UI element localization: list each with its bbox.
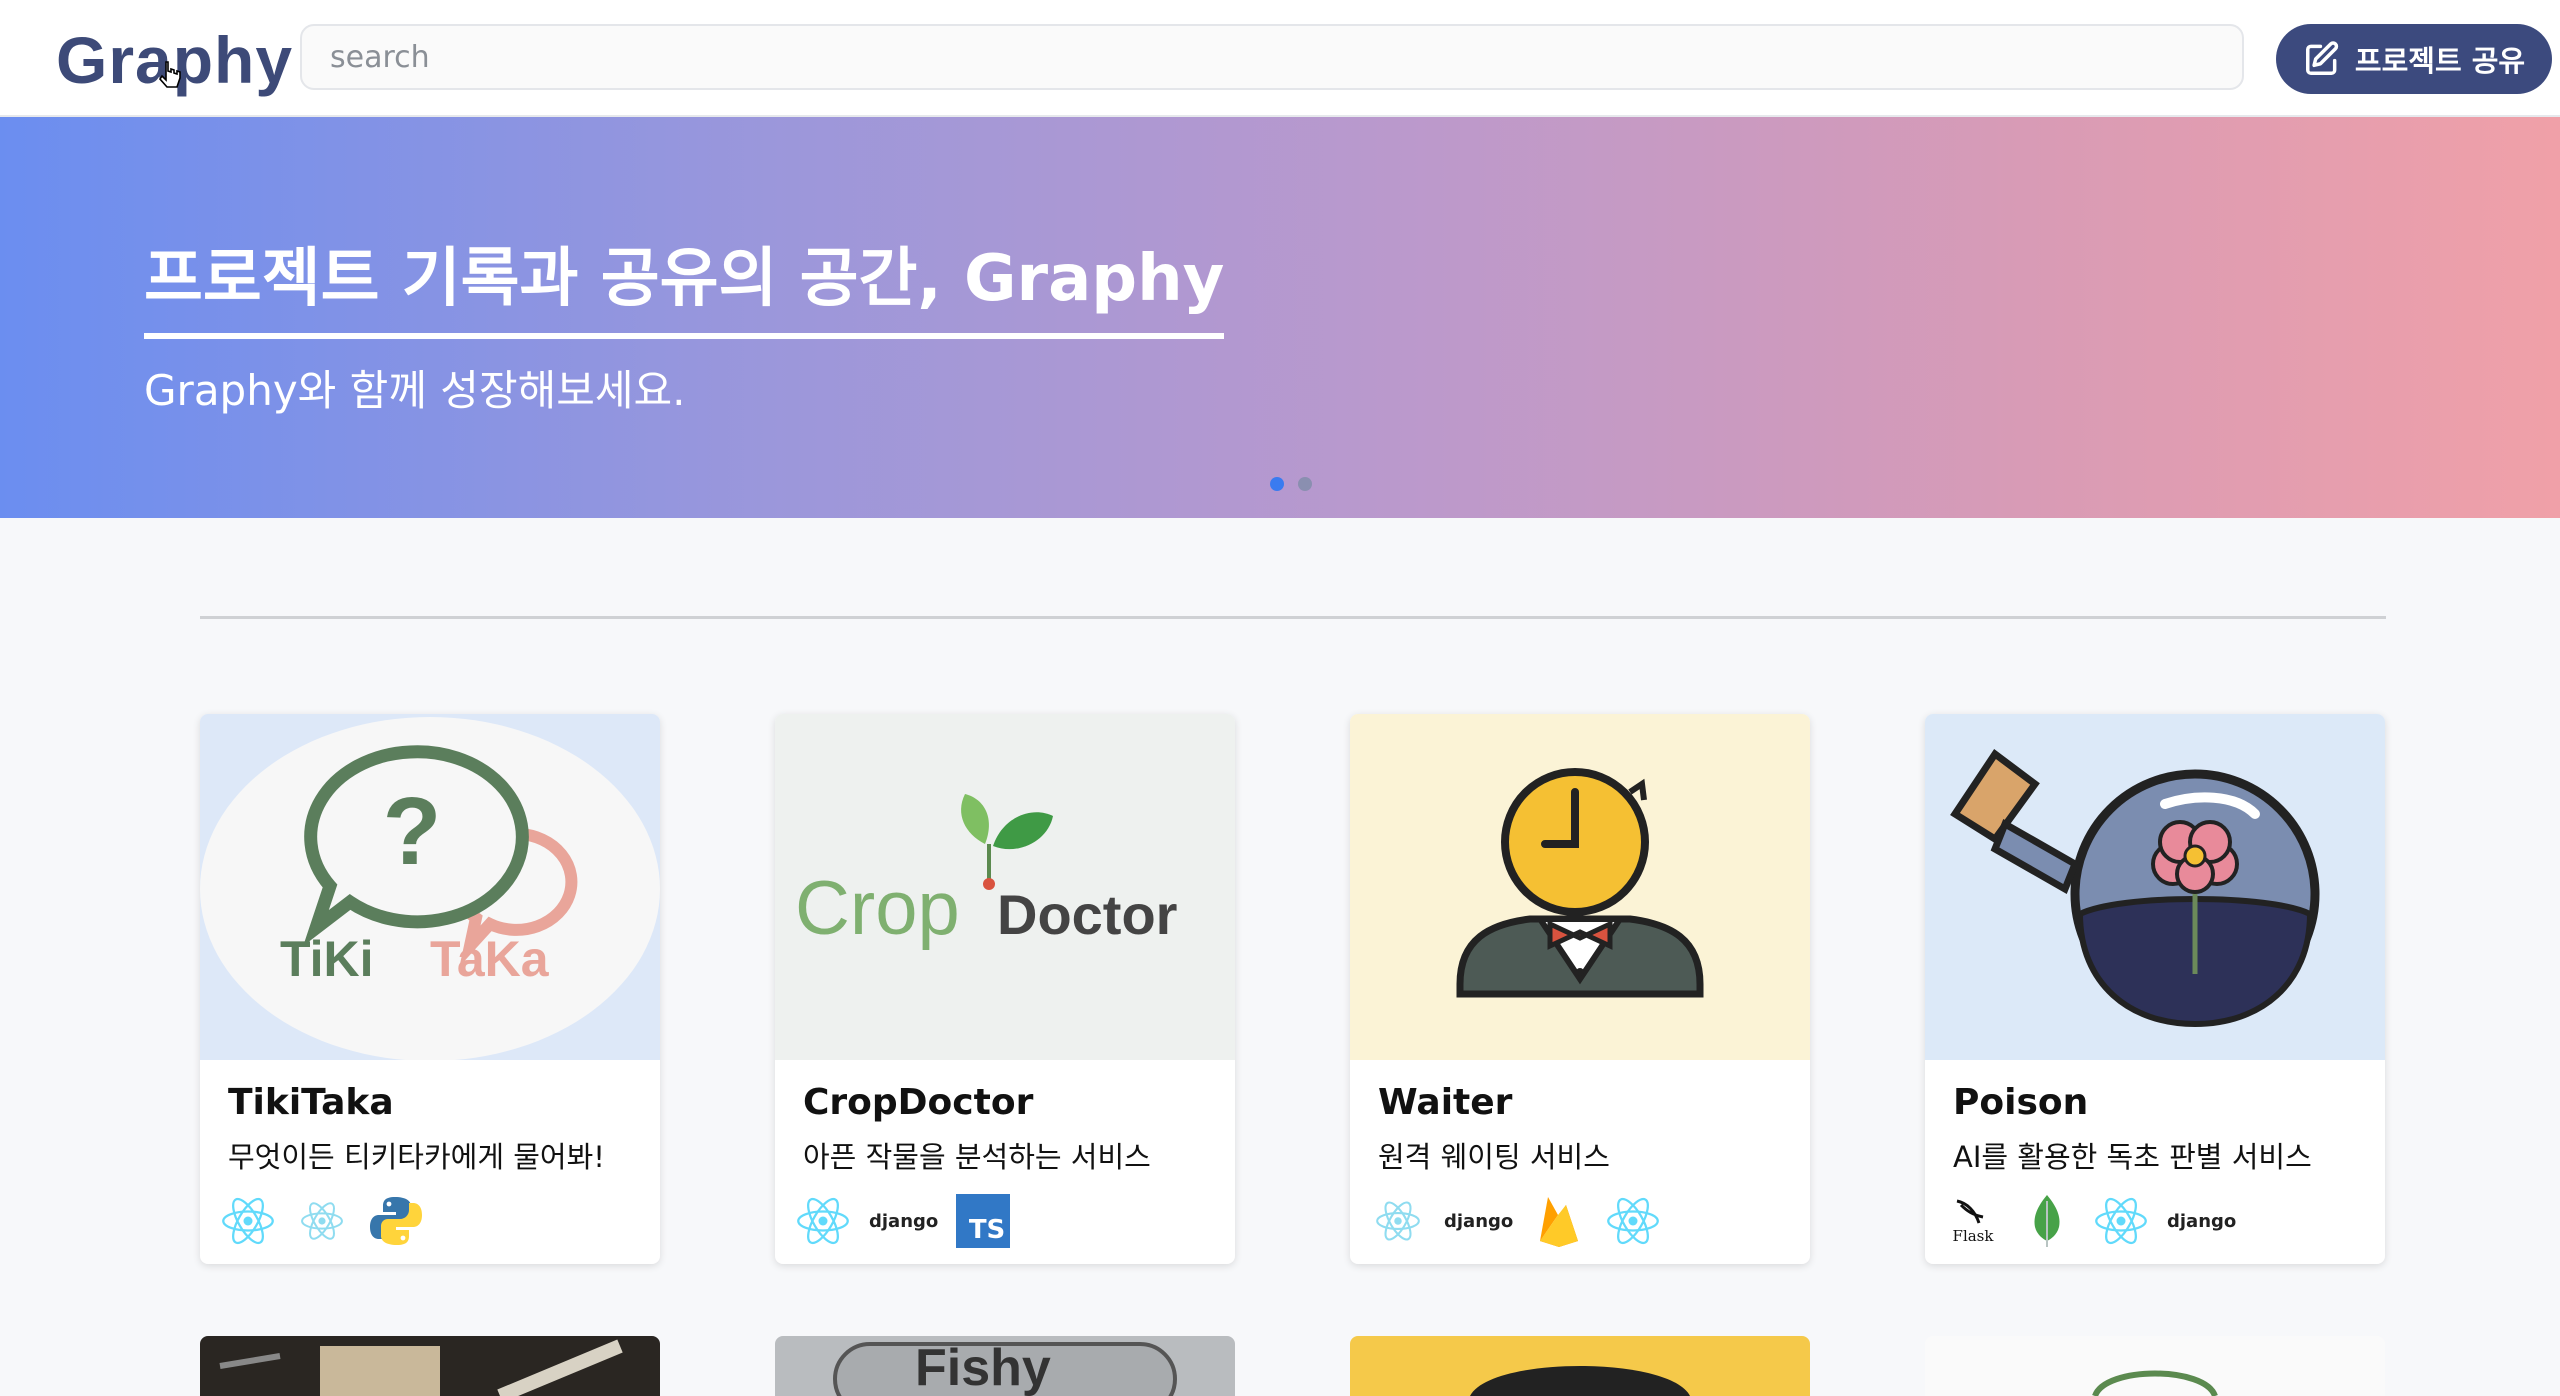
poison-logo [1925,714,2385,1060]
firebase-icon [1531,1193,1587,1249]
project-description: AI를 활용한 독초 판별 서비스 [1953,1140,2312,1174]
python-icon [368,1193,424,1249]
edit-icon [2305,41,2339,75]
react-icon [1605,1193,1661,1249]
svg-text:Crop: Crop [795,866,960,951]
project-card-peek-3[interactable] [1350,1336,1810,1396]
svg-text:?: ? [383,778,442,885]
svg-text:TaKa: TaKa [430,931,550,987]
project-description: 원격 웨이팅 서비스 [1378,1140,1610,1174]
section-divider [200,616,2386,619]
banner-subtitle: Graphy와 함께 성장해보세요. [144,366,686,415]
project-card-peek-2[interactable]: Fishy [775,1336,1235,1396]
project-title: TikiTaka [228,1082,394,1123]
carousel-dot-1[interactable] [1270,477,1284,491]
react-icon [2093,1193,2149,1249]
django-label: django [2167,1210,2237,1232]
tech-stack: django [1370,1190,1661,1252]
typescript-icon: TS [956,1194,1011,1248]
django-label: django [1444,1210,1514,1232]
project-card-waiter[interactable]: Waiter 원격 웨이팅 서비스 django [1350,714,1810,1264]
project-thumbnail [1350,714,1810,1060]
peek-card-text: Fishy [915,1339,1051,1396]
project-title: Poison [1953,1082,2089,1123]
django-label: django [869,1210,939,1232]
project-description: 무엇이든 티키타카에게 물어봐! [228,1140,605,1174]
project-card-peek-1[interactable] [200,1336,660,1396]
react-native-icon [1370,1193,1426,1249]
mouse-pointer-icon [158,61,181,88]
waiter-logo [1350,714,1810,1060]
carousel-dot-2[interactable] [1298,477,1312,491]
project-title: CropDoctor [803,1082,1034,1123]
react-native-icon [294,1193,350,1249]
hero-banner: 프로젝트 기록과 공유의 공간, Graphy Graphy와 함께 성장해보세… [0,117,2560,518]
flask-label: Flask [1952,1227,1994,1245]
tech-stack: django TS [795,1190,1011,1252]
flask-icon: Flask [1945,1193,2001,1249]
project-thumbnail: ? TiKi TaKa [200,714,660,1060]
share-project-button[interactable]: 프로젝트 공유 [2276,24,2552,94]
project-card-poison[interactable]: Poison AI를 활용한 독초 판별 서비스 Flask django [1925,714,2385,1264]
project-card-tikitaka[interactable]: ? TiKi TaKa TikiTaka 무엇이든 티키타카에게 물어봐! [200,714,660,1264]
react-icon [220,1193,276,1249]
tech-stack: Flask django [1945,1190,2236,1252]
svg-text:TiKi: TiKi [280,931,374,987]
project-card-cropdoctor[interactable]: Crop Doctor CropDoctor 아픈 작물을 분석하는 서비스 d… [775,714,1235,1264]
project-description: 아픈 작물을 분석하는 서비스 [803,1140,1151,1174]
project-card-peek-4[interactable] [1925,1336,2385,1396]
project-thumbnail [1925,714,2385,1060]
tech-stack [220,1190,424,1252]
react-icon [795,1193,851,1249]
cropdoctor-logo: Crop Doctor [775,714,1235,1060]
carousel-dots [1270,477,1312,491]
search-input[interactable] [300,24,2244,90]
tikitaka-logo: ? TiKi TaKa [200,714,660,1060]
share-project-label: 프로젝트 공유 [2354,44,2526,78]
mongodb-icon [2019,1193,2075,1249]
banner-title: 프로젝트 기록과 공유의 공간, Graphy [144,227,1225,339]
project-thumbnail: Crop Doctor [775,714,1235,1060]
project-title: Waiter [1378,1082,1513,1123]
top-nav: Graphy 프로젝트 공유 [0,0,2560,117]
svg-text:Doctor: Doctor [997,883,1177,946]
